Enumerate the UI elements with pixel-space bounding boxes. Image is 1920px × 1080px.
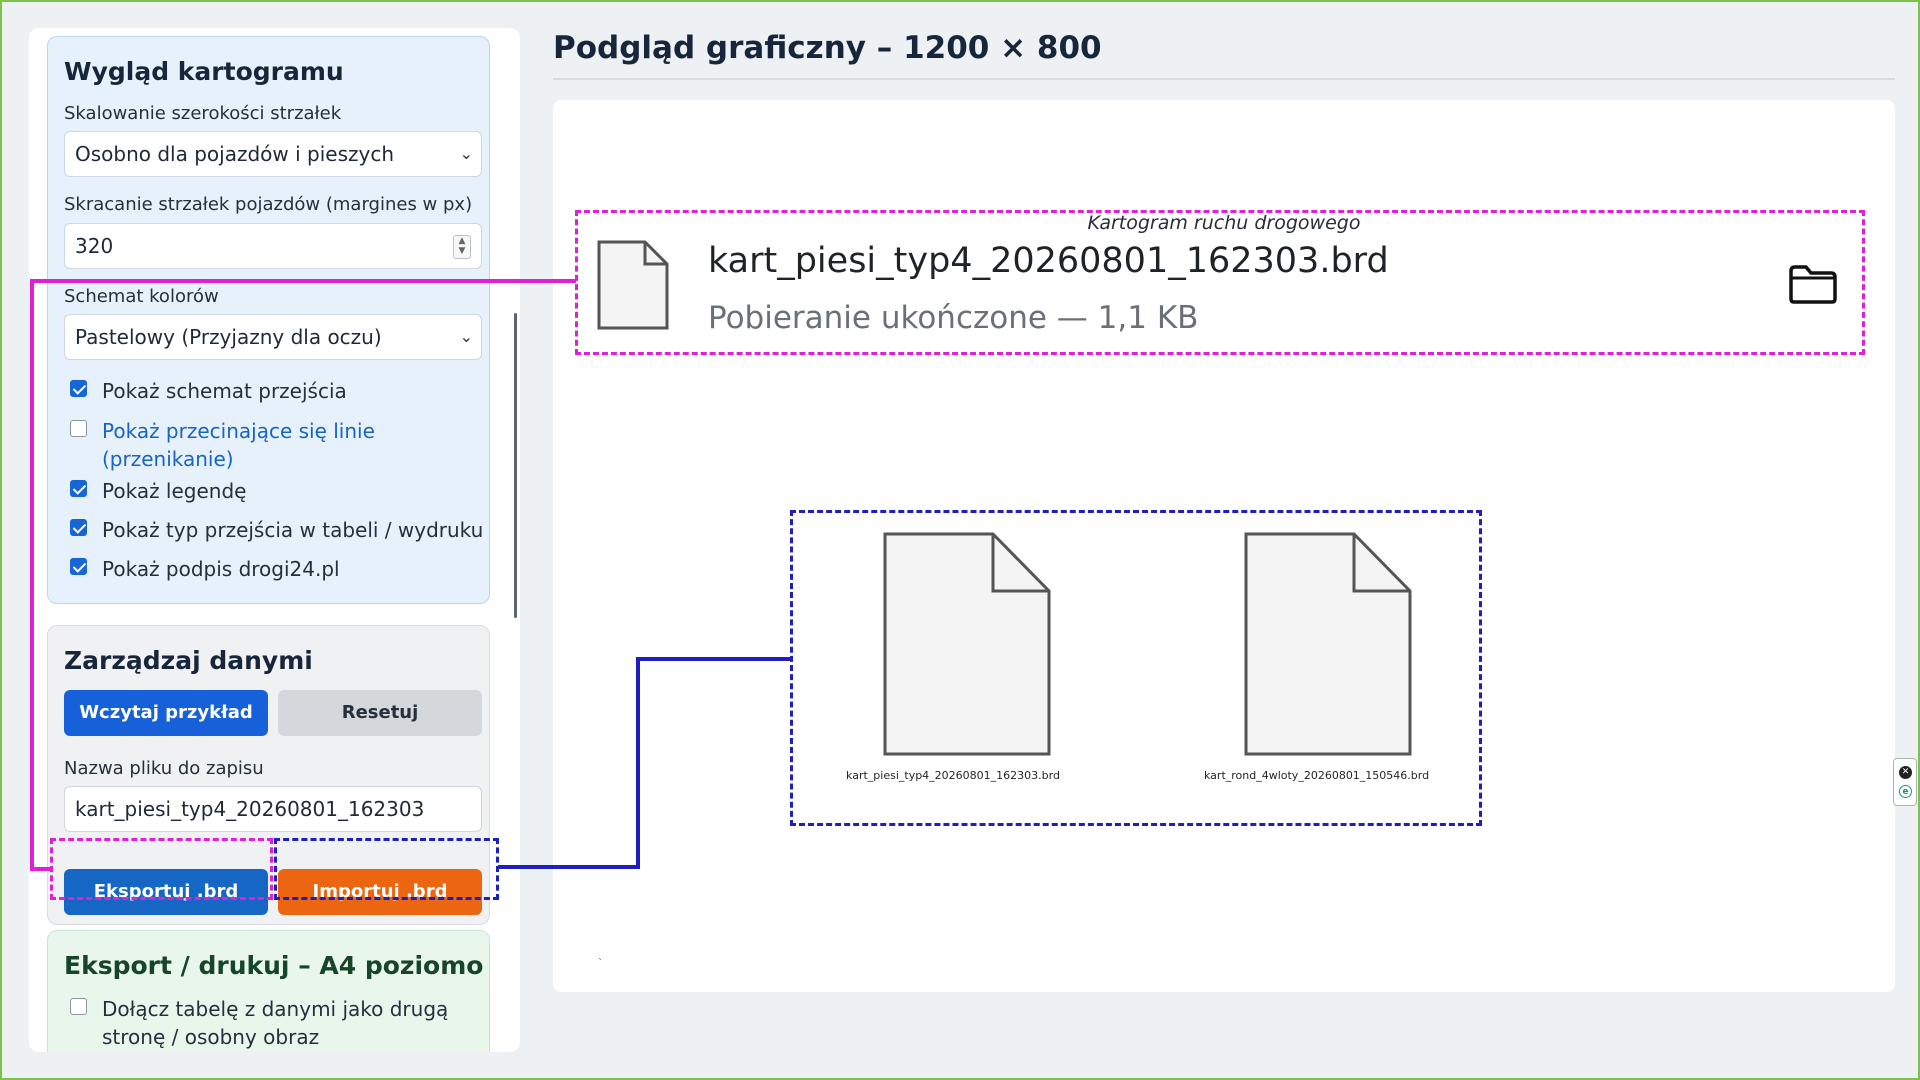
sidebar-scrollbar[interactable] [514,313,517,618]
blue-connector [498,865,640,869]
filename-input-value: kart_piesi_typ4_20260801_162303 [75,797,425,821]
checkbox-label-line2[interactable]: (przenikanie) [102,445,234,473]
info-icon[interactable]: e [1899,785,1912,798]
download-status: Pobieranie ukończone — 1,1 KB [708,300,1199,336]
checkbox-label: Pokaż schemat przejścia [102,379,347,403]
file-icon [883,532,1051,756]
title-divider [553,78,1895,80]
export-highlight [50,838,273,900]
checkbox-checked[interactable] [70,380,87,397]
color-scheme-value: Pastelowy (Przyjazny dla oczu) [75,325,382,349]
file-icon [597,240,669,330]
checkbox-label: Dołącz tabelę z danymi jako drugą [102,997,449,1021]
folder-icon[interactable] [1788,263,1838,305]
file-item[interactable]: kart_piesi_typ4_20260801_162303.brd [843,529,1063,782]
side-widget[interactable]: ✕ e [1893,758,1917,806]
number-spinner-icon[interactable]: ▲ ▼ [453,235,471,259]
checkbox-checked[interactable] [70,480,87,497]
load-example-button[interactable]: Wczytaj przykład [64,690,268,736]
filename-input[interactable]: kart_piesi_typ4_20260801_162303 [64,786,482,832]
data-panel-title: Zarządzaj danymi [64,646,313,675]
reset-button[interactable]: Resetuj [278,690,482,736]
checkbox-checked[interactable] [70,519,87,536]
files-preview: kart_piesi_typ4_20260801_162303.brd kart… [790,510,1482,826]
checkbox-unchecked[interactable] [70,420,87,437]
checkbox-label[interactable]: Pokaż przecinające się linie [102,417,375,445]
scaling-select-value: Osobno dla pojazdów i pieszych [75,142,395,166]
magenta-connector [30,279,576,283]
canvas-mark: ` [598,958,603,969]
page-title: Podgląd graficzny – 1200 × 800 [553,30,1102,66]
scaling-label: Skalowanie szerokości strzałek [64,103,342,124]
chevron-down-icon: ⌄ [459,327,473,346]
scaling-select[interactable]: Osobno dla pojazdów i pieszych ⌄ [64,131,482,177]
shorten-number-input[interactable]: 320 ▲ ▼ [64,223,482,269]
file-name: kart_piesi_typ4_20260801_162303.brd [846,769,1060,782]
close-icon[interactable]: ✕ [1899,766,1912,779]
shorten-label: Skracanie strzałek pojazdów (margines w … [64,194,473,215]
import-highlight [274,838,499,900]
color-scheme-select[interactable]: Pastelowy (Przyjazny dla oczu) ⌄ [64,314,482,360]
checkbox-label: Pokaż legendę [102,479,247,503]
appearance-panel: Wygląd kartogramu Skalowanie szerokości … [47,36,490,604]
checkbox-unchecked[interactable] [70,998,87,1015]
export-print-panel: Eksport / drukuj – A4 poziomo Dołącz tab… [47,930,490,1052]
appearance-title: Wygląd kartogramu [64,57,344,86]
download-filename[interactable]: kart_piesi_typ4_20260801_162303.brd [708,241,1389,281]
file-icon [1244,532,1412,756]
color-scheme-label: Schemat kolorów [64,286,219,307]
checkbox-checked[interactable] [70,558,87,575]
blue-connector [636,657,640,869]
file-item[interactable]: kart_rond_4wloty_20260801_150546.brd [1204,529,1429,782]
chevron-down-icon: ⌄ [459,144,473,163]
magenta-connector [30,279,34,871]
shorten-input-value: 320 [75,234,114,258]
file-name: kart_rond_4wloty_20260801_150546.brd [1204,769,1430,782]
download-notification[interactable]: kart_piesi_typ4_20260801_162303.brd Pobi… [575,210,1865,355]
checkbox-label: Pokaż typ przejścia w tabeli / wydruku [102,518,484,542]
blue-connector [636,657,792,661]
checkbox-label-line2: stronę / osobny obraz [102,1025,320,1049]
checkbox-label: Pokaż podpis drogi24.pl [102,557,340,581]
magenta-connector [30,867,52,871]
export-panel-title: Eksport / drukuj – A4 poziomo [64,951,484,980]
filename-label: Nazwa pliku do zapisu [64,758,264,779]
